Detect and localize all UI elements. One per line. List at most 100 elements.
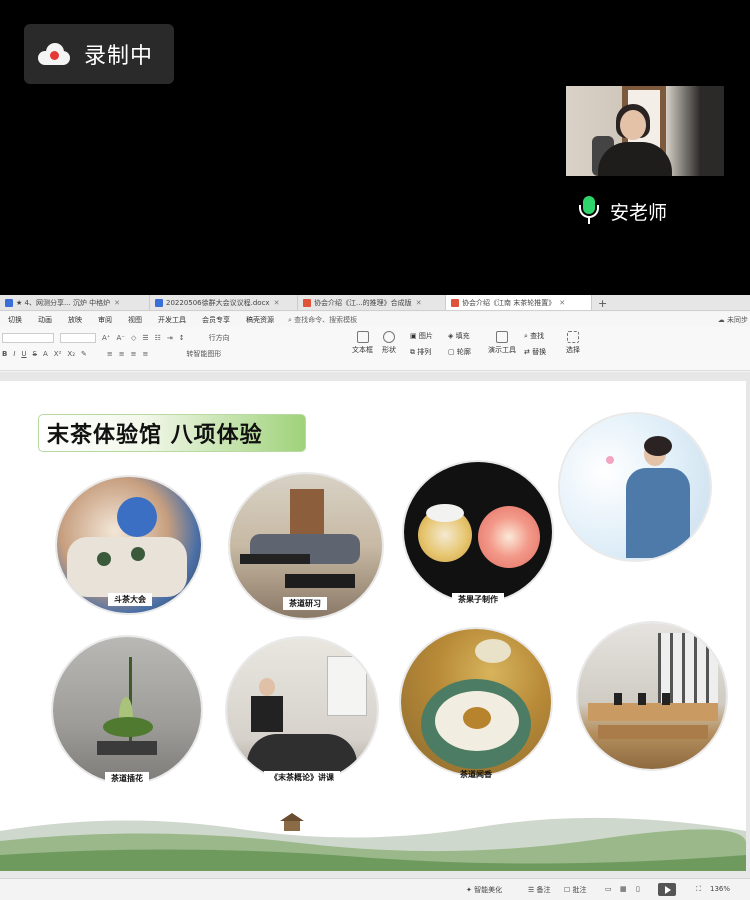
font-grow-icon[interactable]: A⁺ bbox=[102, 334, 110, 342]
doc-tab-active[interactable]: 协会介绍《江南 末茶轮推置》 ✕ bbox=[446, 295, 592, 310]
caption-lecture-class: 《末茶概论》讲课 bbox=[264, 771, 340, 784]
replace-icon: ⇄ bbox=[524, 348, 533, 356]
font-color-icon[interactable]: A bbox=[43, 350, 48, 358]
menu-item[interactable]: 审阅 bbox=[90, 315, 120, 325]
recording-badge[interactable]: 录制中 bbox=[24, 24, 174, 84]
select-button[interactable]: 选择 bbox=[566, 331, 580, 355]
menu-item[interactable]: 视图 bbox=[120, 315, 150, 325]
smart-beautify-button[interactable]: ✦ 智能美化 bbox=[466, 885, 502, 895]
zoom-level[interactable]: 136% bbox=[710, 885, 730, 893]
menu-item[interactable]: 会员专享 bbox=[194, 315, 238, 325]
close-icon[interactable]: ✕ bbox=[559, 299, 565, 307]
doc-tab[interactable]: 20220506徐群大会议议程.docx ✕ bbox=[150, 295, 298, 310]
command-search[interactable]: ⌕ 查找命令、搜索模板 bbox=[288, 315, 357, 325]
align-left-icon[interactable]: ≡ bbox=[107, 350, 113, 358]
caption-tea-sweets: 茶果子制作 bbox=[452, 593, 504, 606]
caption-tea-contest: 斗茶大会 bbox=[108, 593, 152, 606]
menu-item[interactable]: 放映 bbox=[60, 315, 90, 325]
italic-icon[interactable]: I bbox=[13, 350, 15, 358]
participant-name: 安老师 bbox=[610, 201, 668, 224]
caption-tea-study: 茶道研习 bbox=[283, 597, 327, 610]
close-icon[interactable]: ✕ bbox=[416, 299, 422, 307]
shape-button[interactable]: 形状 bbox=[382, 331, 396, 355]
outline-button[interactable]: ▢ 轮廓 bbox=[448, 347, 471, 357]
smart-art-label[interactable]: 转智能图形 bbox=[186, 349, 221, 359]
ppt-file-icon bbox=[451, 298, 459, 307]
presentation-tools-button[interactable]: 演示工具 bbox=[488, 331, 516, 355]
bullets-icon[interactable]: ☰ bbox=[142, 334, 148, 342]
text-direction-label[interactable]: 行方向 bbox=[209, 333, 230, 343]
doc-file-icon bbox=[155, 298, 163, 307]
highlight-icon[interactable]: ✎ bbox=[81, 350, 87, 358]
textbox-button[interactable]: 文本框 bbox=[352, 331, 373, 355]
bold-icon[interactable]: B bbox=[2, 350, 7, 358]
ppt-file-icon bbox=[303, 298, 311, 307]
slide[interactable]: 末茶体验馆 八项体验 斗茶大会 茶道研习 茶果子制作 茶道插花 《末茶概论》讲课… bbox=[0, 381, 746, 871]
replace-button[interactable]: ⇄ 替换 bbox=[524, 347, 546, 357]
underline-icon[interactable]: U bbox=[21, 350, 26, 358]
fit-icon[interactable]: ⛶ bbox=[696, 885, 701, 894]
slide-canvas: 末茶体验馆 八项体验 斗茶大会 茶道研习 茶果子制作 茶道插花 《末茶概论》讲课… bbox=[0, 372, 750, 878]
slide-title-banner: 末茶体验馆 八项体验 bbox=[38, 414, 306, 452]
close-icon[interactable]: ✕ bbox=[274, 299, 280, 307]
menu-bar: 切换 动画 放映 审阅 视图 开发工具 会员专享 稿壳资源 ⌕ 查找命令、搜索模… bbox=[0, 312, 750, 327]
line-spacing-icon[interactable]: ↕ bbox=[179, 334, 185, 342]
doc-tab[interactable]: 协会介绍《江...的推理》合成版 ✕ bbox=[298, 295, 446, 310]
close-icon[interactable]: ✕ bbox=[114, 299, 120, 307]
meeting-screen: 录制中 安老师 ★ 4、网测分享... 沉炉 中格炉 ✕ 20220506徐群大… bbox=[0, 0, 750, 900]
microphone-icon[interactable] bbox=[578, 196, 600, 226]
participant-tag: 安老师 bbox=[578, 196, 667, 226]
photo-lecture-class bbox=[227, 638, 377, 782]
justify-icon[interactable]: ≡ bbox=[143, 350, 149, 358]
format-row: B I U S A X² X₂ ✎ ≡ ≡ ≡ ≡ 转智能图形 bbox=[2, 347, 227, 361]
subscript-icon[interactable]: X₂ bbox=[67, 350, 75, 358]
indent-icon[interactable]: ⇥ bbox=[167, 334, 173, 342]
new-tab-button[interactable]: + bbox=[592, 297, 613, 310]
find-button[interactable]: ⌕ 查找 bbox=[524, 331, 544, 341]
shape-icon bbox=[383, 331, 395, 343]
photo-lecture-speaker bbox=[560, 414, 710, 560]
normal-view-icon[interactable]: ▭ bbox=[605, 885, 612, 893]
menu-item[interactable]: 开发工具 bbox=[150, 315, 194, 325]
photo-tea-room bbox=[578, 623, 726, 769]
photo-flower-arranging bbox=[53, 637, 201, 783]
fill-button[interactable]: ◈ 填充 bbox=[448, 331, 470, 341]
arrange-button[interactable]: ⧉ 排列 bbox=[410, 347, 431, 357]
outline-icon: ▢ bbox=[448, 348, 457, 356]
slide-title: 末茶体验馆 八项体验 bbox=[47, 423, 263, 448]
landscape-decoration bbox=[0, 813, 746, 871]
caption-incense: 茶道闻香 bbox=[460, 770, 492, 779]
menu-item[interactable]: 动画 bbox=[30, 315, 60, 325]
font-box[interactable] bbox=[2, 333, 54, 343]
status-bar: ✦ 智能美化 ☰ 备注 ☐ 批注 ▭ ▦ ▯ ⛶ 136% bbox=[0, 878, 750, 900]
menu-item[interactable]: 稿壳资源 bbox=[238, 315, 282, 325]
numbering-icon[interactable]: ☷ bbox=[155, 334, 161, 342]
caption-flower-arranging: 茶道插花 bbox=[105, 772, 149, 785]
cloud-record-icon bbox=[38, 43, 70, 65]
comments-button[interactable]: ☐ 批注 bbox=[564, 885, 587, 895]
doc-tab[interactable]: ★ 4、网测分享... 沉炉 中格炉 ✕ bbox=[0, 295, 150, 310]
textbox-icon bbox=[356, 331, 369, 343]
shared-presentation-window: ★ 4、网测分享... 沉炉 中格炉 ✕ 20220506徐群大会议议程.doc… bbox=[0, 295, 750, 900]
participant-video[interactable] bbox=[566, 86, 724, 176]
presentation-icon bbox=[496, 331, 508, 343]
sorter-view-icon[interactable]: ▦ bbox=[620, 885, 627, 893]
align-right-icon[interactable]: ≡ bbox=[131, 350, 137, 358]
document-tab-bar: ★ 4、网测分享... 沉炉 中格炉 ✕ 20220506徐群大会议议程.doc… bbox=[0, 295, 750, 311]
play-button[interactable] bbox=[658, 883, 676, 896]
ribbon-toolbar: A⁺ A⁻ ◇ ☰ ☷ ⇥ ↕ 行方向 B I U S A X² X₂ ✎ ≡ … bbox=[0, 327, 750, 371]
picture-icon: ▣ bbox=[410, 332, 419, 340]
notes-button[interactable]: ☰ 备注 bbox=[528, 885, 551, 895]
clear-format-icon[interactable]: ◇ bbox=[131, 334, 136, 342]
align-center-icon[interactable]: ≡ bbox=[119, 350, 125, 358]
reading-view-icon[interactable]: ▯ bbox=[636, 885, 640, 893]
size-box[interactable] bbox=[60, 333, 96, 343]
font-shrink-icon[interactable]: A⁻ bbox=[116, 334, 124, 342]
superscript-icon[interactable]: X² bbox=[54, 350, 62, 358]
photo-incense bbox=[401, 629, 551, 775]
fill-icon: ◈ bbox=[448, 332, 456, 340]
sync-status[interactable]: ☁ 未同步 bbox=[718, 315, 748, 325]
strike-icon[interactable]: S bbox=[33, 350, 37, 358]
menu-item[interactable]: 切换 bbox=[0, 315, 30, 325]
picture-button[interactable]: ▣ 图片 bbox=[410, 331, 433, 341]
